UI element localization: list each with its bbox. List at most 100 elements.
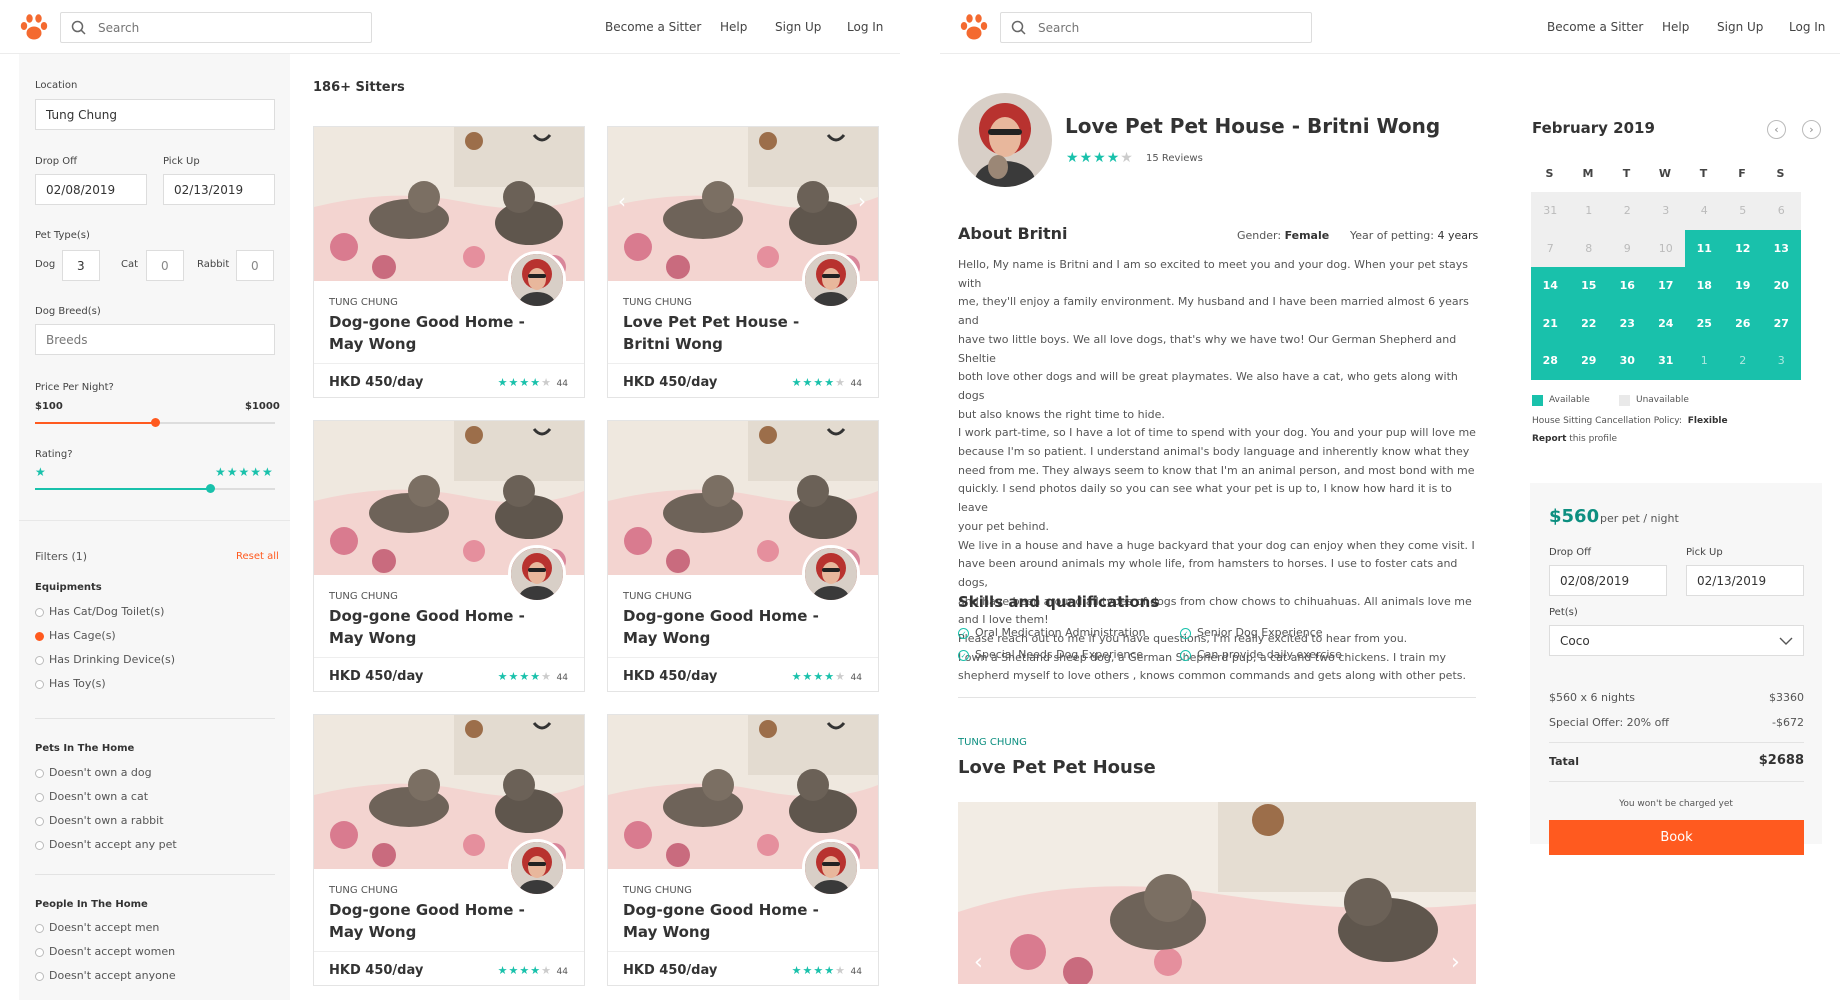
nav-become-sitter[interactable]: Become a Sitter xyxy=(605,20,701,34)
rating-slider-handle[interactable] xyxy=(206,484,216,493)
nav-log-in[interactable]: Log In xyxy=(847,20,883,34)
calendar-prev-button[interactable]: ‹ xyxy=(1767,120,1786,139)
skill-label: Special Needs Dog Experience xyxy=(975,648,1144,661)
filter-option-label[interactable]: Doesn't own a dog xyxy=(49,766,152,779)
nav-help[interactable]: Help xyxy=(720,20,747,34)
nav-become-sitter[interactable]: Become a Sitter xyxy=(1547,20,1643,34)
calendar-day-available[interactable]: 14 xyxy=(1531,267,1570,305)
breeds-input[interactable]: Breeds xyxy=(35,324,275,355)
sitter-card[interactable]: TUNG CHUNG Dog-gone Good Home - May Wong H… xyxy=(313,420,585,692)
house-photo[interactable]: ‹ › xyxy=(958,802,1476,984)
calendar-day-available[interactable]: 24 xyxy=(1646,304,1685,342)
calendar-day-available[interactable]: 12 xyxy=(1723,229,1762,267)
calendar-day-available[interactable]: 30 xyxy=(1608,342,1647,380)
dog-count-input[interactable]: 3 xyxy=(62,250,100,281)
calendar-day-available[interactable]: 16 xyxy=(1608,267,1647,305)
filter-option-label[interactable]: Has Toy(s) xyxy=(49,677,106,690)
sitter-card[interactable]: TUNG CHUNG Dog-gone Good Home - May Wong H… xyxy=(607,420,879,692)
search-input[interactable] xyxy=(98,20,348,35)
star-icon: ★ xyxy=(497,670,509,683)
filter-radio[interactable] xyxy=(35,924,44,933)
filter-option-label[interactable]: Doesn't accept men xyxy=(49,921,159,934)
filter-option-label[interactable]: Doesn't accept any pet xyxy=(49,838,177,851)
filter-option-label[interactable]: Has Drinking Device(s) xyxy=(49,653,175,666)
nav-help[interactable]: Help xyxy=(1662,20,1689,34)
pickup-input[interactable]: 02/13/2019 xyxy=(163,174,275,205)
sitter-card[interactable]: TUNG CHUNG Dog-gone Good Home - May Wong H… xyxy=(607,714,879,986)
filter-radio[interactable] xyxy=(35,608,44,617)
nav-sign-up[interactable]: Sign Up xyxy=(1717,20,1763,34)
calendar-day-available[interactable]: 3 xyxy=(1762,342,1801,380)
calendar-day-available[interactable]: 1 xyxy=(1685,342,1724,380)
filter-option-label[interactable]: Doesn't accept anyone xyxy=(49,969,176,982)
filter-radio[interactable] xyxy=(35,948,44,957)
filter-option-label[interactable]: Doesn't own a rabbit xyxy=(49,814,164,827)
booking-dropoff-input[interactable]: 02/08/2019 xyxy=(1549,565,1667,596)
calendar-day-available[interactable]: 26 xyxy=(1723,304,1762,342)
sitter-card[interactable]: ‹ › TUNG CHUNG Love Pet Pet House - Britni … xyxy=(607,126,879,398)
photo-prev-icon[interactable]: ‹ xyxy=(974,950,983,975)
sitter-card[interactable]: TUNG CHUNG Dog-gone Good Home - May Wong H… xyxy=(313,714,585,986)
reset-all-link[interactable]: Reset all xyxy=(236,551,279,562)
rating-max-stars-icon: ★★★★★ xyxy=(215,465,274,479)
sitter-title[interactable]: Dog-gone Good Home - May Wong xyxy=(623,605,823,649)
search-bar[interactable] xyxy=(1000,12,1312,43)
star-icon: ★ xyxy=(835,670,847,683)
calendar-day-available[interactable]: 18 xyxy=(1685,267,1724,305)
nav-sign-up[interactable]: Sign Up xyxy=(775,20,821,34)
filter-radio[interactable] xyxy=(35,632,44,641)
photo-prev-icon[interactable]: ‹ xyxy=(618,189,626,213)
calendar-day-available[interactable]: 25 xyxy=(1685,304,1724,342)
filter-radio[interactable] xyxy=(35,769,44,778)
photo-next-icon[interactable]: › xyxy=(1451,950,1460,975)
calendar-day-available[interactable]: 21 xyxy=(1531,304,1570,342)
calendar-day-available[interactable]: 2 xyxy=(1723,342,1762,380)
calendar-day-available[interactable]: 29 xyxy=(1569,342,1608,380)
calendar-day-available[interactable]: 15 xyxy=(1569,267,1608,305)
filter-radio[interactable] xyxy=(35,817,44,826)
booking-pets-select[interactable]: Coco xyxy=(1549,625,1804,656)
search-bar[interactable] xyxy=(60,12,372,43)
calendar-day-available[interactable]: 13 xyxy=(1762,229,1801,267)
sitter-review-count: 44 xyxy=(556,379,568,389)
nav-log-in[interactable]: Log In xyxy=(1789,20,1825,34)
filter-radio[interactable] xyxy=(35,680,44,689)
book-button[interactable]: Book xyxy=(1549,820,1804,855)
sitter-title[interactable]: Love Pet Pet House - Britni Wong xyxy=(623,311,823,355)
sitter-title[interactable]: Dog-gone Good Home - May Wong xyxy=(329,605,529,649)
sitter-card[interactable]: TUNG CHUNG Dog-gone Good Home - May Wong H… xyxy=(313,126,585,398)
filter-radio[interactable] xyxy=(35,972,44,981)
paw-logo-icon[interactable] xyxy=(958,12,990,44)
calendar-day-available[interactable]: 23 xyxy=(1608,304,1647,342)
calendar-next-button[interactable]: › xyxy=(1802,120,1821,139)
paw-logo-icon[interactable] xyxy=(18,12,50,44)
sitter-title[interactable]: Dog-gone Good Home - May Wong xyxy=(329,899,529,943)
filter-option-label[interactable]: Has Cage(s) xyxy=(49,629,116,642)
calendar-day-available[interactable]: 11 xyxy=(1685,229,1724,267)
calendar-day-available[interactable]: 27 xyxy=(1762,304,1801,342)
filter-option-label[interactable]: Doesn't accept women xyxy=(49,945,175,958)
cat-count-input[interactable]: 0 xyxy=(146,250,184,281)
sitter-title[interactable]: Dog-gone Good Home - May Wong xyxy=(329,311,529,355)
profile-reviews[interactable]: 15 Reviews xyxy=(1146,153,1203,164)
price-slider-handle[interactable] xyxy=(151,418,160,427)
sitter-title[interactable]: Dog-gone Good Home - May Wong xyxy=(623,899,823,943)
rabbit-count-input[interactable]: 0 xyxy=(236,250,274,281)
filter-option-label[interactable]: Doesn't own a cat xyxy=(49,790,148,803)
calendar-day-available[interactable]: 31 xyxy=(1646,342,1685,380)
search-input[interactable] xyxy=(1038,20,1288,35)
filter-radio[interactable] xyxy=(35,656,44,665)
filter-radio[interactable] xyxy=(35,793,44,802)
location-input[interactable]: Tung Chung xyxy=(35,99,275,130)
report-profile[interactable]: Report this profile xyxy=(1532,434,1617,444)
photo-next-icon[interactable]: › xyxy=(858,189,866,213)
filter-radio[interactable] xyxy=(35,841,44,850)
calendar-day-available[interactable]: 22 xyxy=(1569,304,1608,342)
dropoff-input[interactable]: 02/08/2019 xyxy=(35,174,147,205)
booking-pickup-input[interactable]: 02/13/2019 xyxy=(1686,565,1804,596)
calendar-day-available[interactable]: 19 xyxy=(1723,267,1762,305)
calendar-day-available[interactable]: 20 xyxy=(1762,267,1801,305)
filter-option-label[interactable]: Has Cat/Dog Toilet(s) xyxy=(49,605,164,618)
calendar-day-available[interactable]: 17 xyxy=(1646,267,1685,305)
calendar-day-available[interactable]: 28 xyxy=(1531,342,1570,380)
